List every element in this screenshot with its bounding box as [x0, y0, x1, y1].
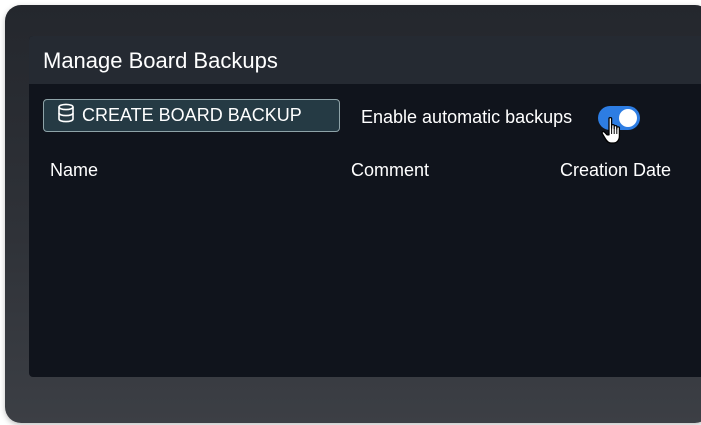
column-header-name[interactable]: Name: [50, 160, 98, 181]
database-icon: [57, 103, 75, 128]
column-header-comment[interactable]: Comment: [351, 160, 429, 181]
dialog-window: Manage Board Backups CREATE BOARD BACKUP…: [5, 5, 701, 423]
create-board-backup-button[interactable]: CREATE BOARD BACKUP: [43, 99, 340, 132]
column-header-creation-date[interactable]: Creation Date: [560, 160, 671, 181]
create-button-label: CREATE BOARD BACKUP: [82, 105, 302, 125]
page-title: Manage Board Backups: [43, 48, 278, 73]
panel-header: Manage Board Backups: [29, 36, 701, 84]
auto-backup-label: Enable automatic backups: [361, 107, 573, 127]
backup-panel: Manage Board Backups CREATE BOARD BACKUP…: [29, 36, 701, 377]
hand-pointer-cursor-icon: [600, 116, 626, 148]
